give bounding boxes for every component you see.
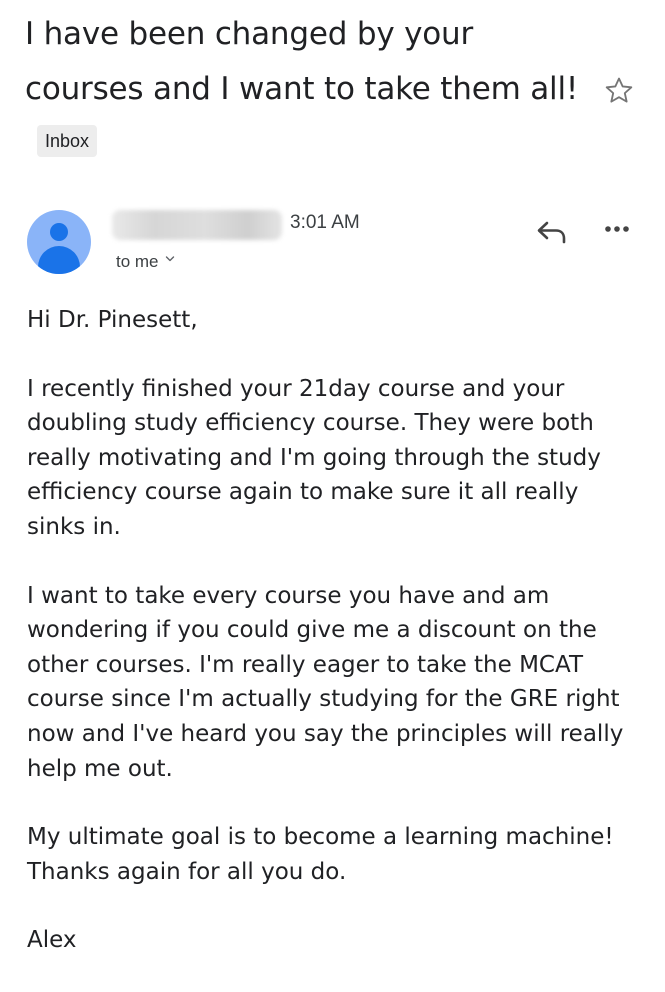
recipient-details-toggle[interactable]: to me	[116, 252, 175, 272]
person-icon-head	[50, 223, 68, 241]
subject-text: I have been changed by your courses and …	[25, 16, 579, 107]
body-greeting: Hi Dr. Pinesett,	[27, 307, 198, 333]
email-body: Hi Dr. Pinesett, I recently finished you…	[27, 303, 642, 992]
body-paragraph: I recently finished your 21day course an…	[27, 375, 601, 540]
star-icon[interactable]	[602, 74, 636, 108]
body-paragraph: I want to take every course you have and…	[27, 582, 624, 782]
more-horizontal-icon[interactable]	[604, 224, 630, 234]
person-icon-body	[38, 246, 80, 274]
body-signature: Alex	[27, 927, 77, 954]
sender-avatar[interactable]	[27, 210, 91, 274]
email-subject: I have been changed by your courses and …	[25, 6, 585, 170]
body-paragraph: My ultimate goal is to become a learning…	[27, 824, 614, 885]
sender-name-redacted	[112, 210, 282, 240]
reply-icon[interactable]	[536, 218, 568, 244]
inbox-label-badge[interactable]: Inbox	[37, 125, 98, 158]
recipient-label: to me	[116, 252, 159, 271]
email-time: 3:01 AM	[290, 212, 360, 233]
chevron-down-icon	[165, 256, 174, 262]
